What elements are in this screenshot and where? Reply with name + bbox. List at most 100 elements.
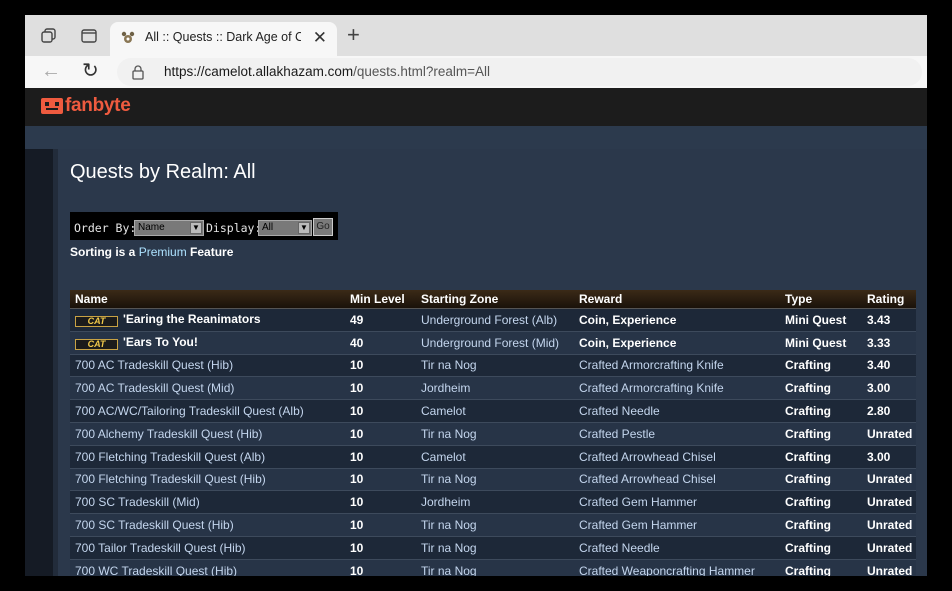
table-row[interactable]: 700 Alchemy Tradeskill Quest (Hib) 10 Tir … [70,422,916,446]
page-title: Quests by Realm: All [70,161,256,183]
quest-name-link[interactable]: 700 Alchemy Tradeskill Quest (Hib) [75,427,262,441]
workspaces-icon[interactable] [40,27,58,45]
min-level-cell: 10 [350,518,364,533]
close-icon[interactable]: ✕ [313,29,327,47]
zone-link[interactable]: Tir na Nog [421,518,477,532]
cell-name: 700 SC Tradeskill Quest (Hib) [70,513,345,537]
zone-link[interactable]: Camelot [421,450,466,464]
reward-cell: Crafted Needle [579,540,660,555]
cell-reward: Crafted Armorcrafting Knife [574,354,780,378]
type-cell: Crafting [785,426,831,441]
table-row[interactable]: 700 SC Tradeskill Quest (Hib) 10 Tir na No… [70,513,916,537]
quest-name-link[interactable]: 700 AC Tradeskill Quest (Hib) [75,358,233,372]
cat-badge-icon: CAT [75,316,118,328]
type-cell: Crafting [785,472,831,487]
display-label: Display: [206,221,262,235]
quest-name-link[interactable]: 'Ears To You! [123,335,198,349]
cat-badge-icon: CAT [75,339,118,351]
quest-name-link[interactable]: 700 WC Tradeskill Quest (Hib) [75,564,237,576]
site-logo-text[interactable]: fanbyte [65,95,131,117]
cell-zone: Underground Forest (Mid) [416,331,574,355]
cell-rating: Unrated [862,468,916,492]
type-cell: Crafting [785,404,831,419]
min-level-cell: 10 [350,563,364,576]
cell-zone: Jordheim [416,490,574,515]
table-row[interactable]: 700 AC Tradeskill Quest (Hib) 10 Tir na No… [70,354,916,378]
zone-link[interactable]: Tir na Nog [421,564,477,576]
cell-type: Mini Quest [780,308,862,332]
quest-name-link[interactable]: 700 SC Tradeskill Quest (Hib) [75,518,234,532]
col-header-rating: Rating [862,290,916,309]
table-row[interactable]: 700 Tailor Tradeskill Quest (Hib) 10 Tir n… [70,536,916,560]
reward-cell: Coin, Experience [579,312,677,327]
new-tab-icon[interactable]: + [347,24,360,46]
zone-link[interactable]: Tir na Nog [421,472,477,486]
quest-name-link[interactable]: 700 Fletching Tradeskill Quest (Alb) [75,450,265,464]
zone-link[interactable]: Underground Forest (Alb) [421,313,557,327]
cell-level: 10 [345,354,416,378]
quest-name-link[interactable]: 700 Fletching Tradeskill Quest (Hib) [75,472,266,486]
order-by-select[interactable]: Name ▼ [134,220,204,236]
active-tab[interactable]: All :: Quests :: Dark Age of Camel ✕ [110,22,337,56]
tab-actions-icon[interactable] [80,27,98,45]
url-field[interactable]: https://camelot.allakhazam.com/quests.ht… [117,58,922,86]
quest-name-link[interactable]: 700 AC Tradeskill Quest (Mid) [75,381,234,395]
zone-link[interactable]: Tir na Nog [421,541,477,555]
cell-rating: Unrated [862,559,916,576]
cell-zone: Underground Forest (Alb) [416,308,574,332]
fanbyte-logo-icon[interactable] [41,96,63,116]
cell-reward: Crafted Arrowhead Chisel [574,468,780,492]
table-row[interactable]: 700 WC Tradeskill Quest (Hib) 10 Tir na No… [70,559,916,576]
zone-link[interactable]: Tir na Nog [421,358,477,372]
reward-cell: Crafted Gem Hammer [579,518,698,533]
rating-cell: Unrated [867,472,913,487]
col-header-zone: Starting Zone [416,290,574,309]
order-by-value: Name [138,222,165,233]
min-level-cell: 10 [350,358,364,373]
table-row[interactable]: CAT 'Earing the Reanimators 49 Underground … [70,308,916,332]
zone-link[interactable]: Jordheim [421,495,470,509]
lock-icon[interactable] [131,64,145,85]
min-level-cell: 10 [350,472,364,487]
premium-link[interactable]: Premium [139,245,187,259]
min-level-cell: 10 [350,449,364,464]
cell-rating: 3.00 [862,376,916,401]
rating-cell: Unrated [867,495,913,510]
cell-rating: Unrated [862,422,916,446]
quest-name-link[interactable]: 'Earing the Reanimators [123,312,261,326]
table-header-row: Name Min Level Starting Zone Reward Type… [70,290,916,309]
display-select[interactable]: All ▼ [258,220,312,236]
quest-name-link[interactable]: 700 Tailor Tradeskill Quest (Hib) [75,541,246,555]
zone-link[interactable]: Underground Forest (Mid) [421,336,559,350]
zone-link[interactable]: Tir na Nog [421,427,477,441]
table-row[interactable]: 700 AC/WC/Tailoring Tradeskill Quest (Al… [70,399,916,423]
rating-cell: 2.80 [867,404,891,419]
cell-type: Crafting [780,399,862,423]
go-button[interactable]: Go [313,218,333,236]
table-row[interactable]: 700 SC Tradeskill (Mid) 10 Jordheim Crafted… [70,490,916,515]
refresh-icon[interactable]: ↻ [82,60,99,82]
reward-cell: Crafted Arrowhead Chisel [579,449,716,464]
quest-name-link[interactable]: 700 SC Tradeskill (Mid) [75,495,200,509]
table-row[interactable]: CAT 'Ears To You! 40 Underground Forest (Mi… [70,331,916,355]
rating-cell: 3.00 [867,449,891,464]
table-row[interactable]: 700 Fletching Tradeskill Quest (Alb) 10 Ca… [70,445,916,469]
cell-name: 700 AC/WC/Tailoring Tradeskill Quest (Al… [70,399,345,423]
table-row[interactable]: 700 AC Tradeskill Quest (Mid) 10 Jordheim C… [70,376,916,401]
cell-level: 10 [345,513,416,537]
quest-name-link[interactable]: 700 AC/WC/Tailoring Tradeskill Quest (Al… [75,404,304,418]
cell-type: Crafting [780,445,862,469]
back-icon[interactable]: ← [41,60,61,82]
table-row[interactable]: 700 Fletching Tradeskill Quest (Hib) 10 Ti… [70,468,916,492]
cell-name: 700 Fletching Tradeskill Quest (Hib) [70,468,345,492]
reward-cell: Crafted Arrowhead Chisel [579,472,716,487]
zone-link[interactable]: Jordheim [421,381,470,395]
cell-reward: Coin, Experience [574,331,780,355]
type-cell: Mini Quest [785,312,847,327]
url-host: https://camelot.allakhazam.com [164,64,354,79]
cell-name: 700 AC Tradeskill Quest (Hib) [70,354,345,378]
zone-link[interactable]: Camelot [421,404,466,418]
cell-rating: Unrated [862,490,916,515]
premium-prefix: Sorting is a [70,245,136,259]
reward-cell: Coin, Experience [579,335,677,350]
